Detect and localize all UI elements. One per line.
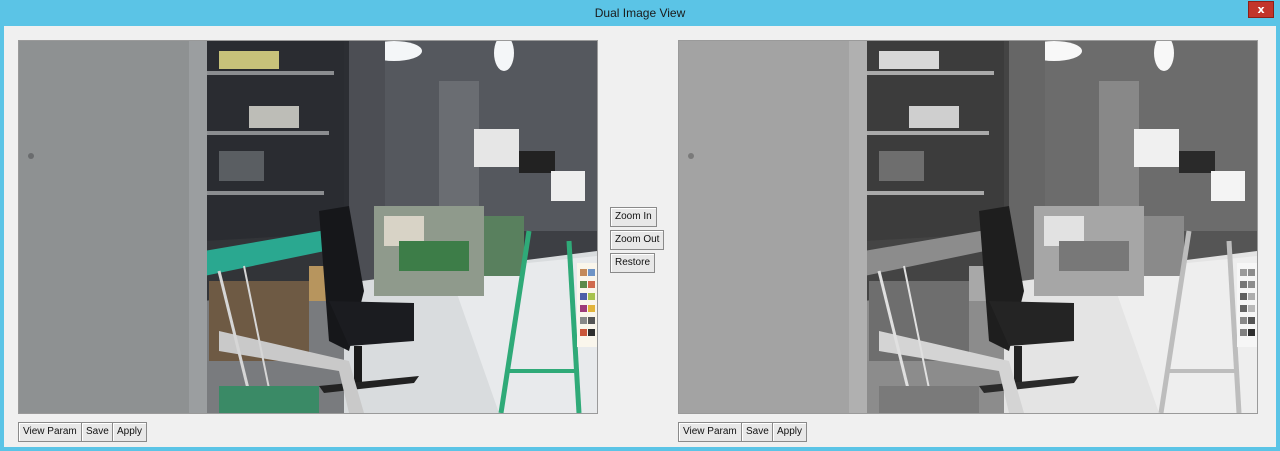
left-image-view[interactable]: [18, 40, 598, 414]
left-view-param-button[interactable]: View Param: [18, 422, 82, 442]
close-icon: x: [1257, 3, 1265, 16]
zoom-in-button[interactable]: Zoom In: [610, 207, 657, 227]
zoom-out-button[interactable]: Zoom Out: [610, 230, 665, 250]
dual-image-view-window: Dual Image View x Zoom In Zoom Out Resto…: [0, 0, 1280, 451]
client-area: Zoom In Zoom Out Restore View Param Save…: [4, 26, 1276, 447]
left-apply-button[interactable]: Apply: [112, 422, 148, 442]
right-save-button[interactable]: Save: [741, 422, 774, 442]
left-save-button[interactable]: Save: [81, 422, 114, 442]
title-bar[interactable]: Dual Image View x: [0, 0, 1280, 26]
close-button[interactable]: x: [1248, 1, 1274, 18]
left-camera-image: [19, 41, 597, 413]
window-title: Dual Image View: [594, 6, 686, 20]
right-camera-image: [679, 41, 1257, 413]
right-view-param-button[interactable]: View Param: [678, 422, 742, 442]
restore-button[interactable]: Restore: [610, 253, 656, 273]
right-apply-button[interactable]: Apply: [772, 422, 808, 442]
right-image-view[interactable]: [678, 40, 1258, 414]
